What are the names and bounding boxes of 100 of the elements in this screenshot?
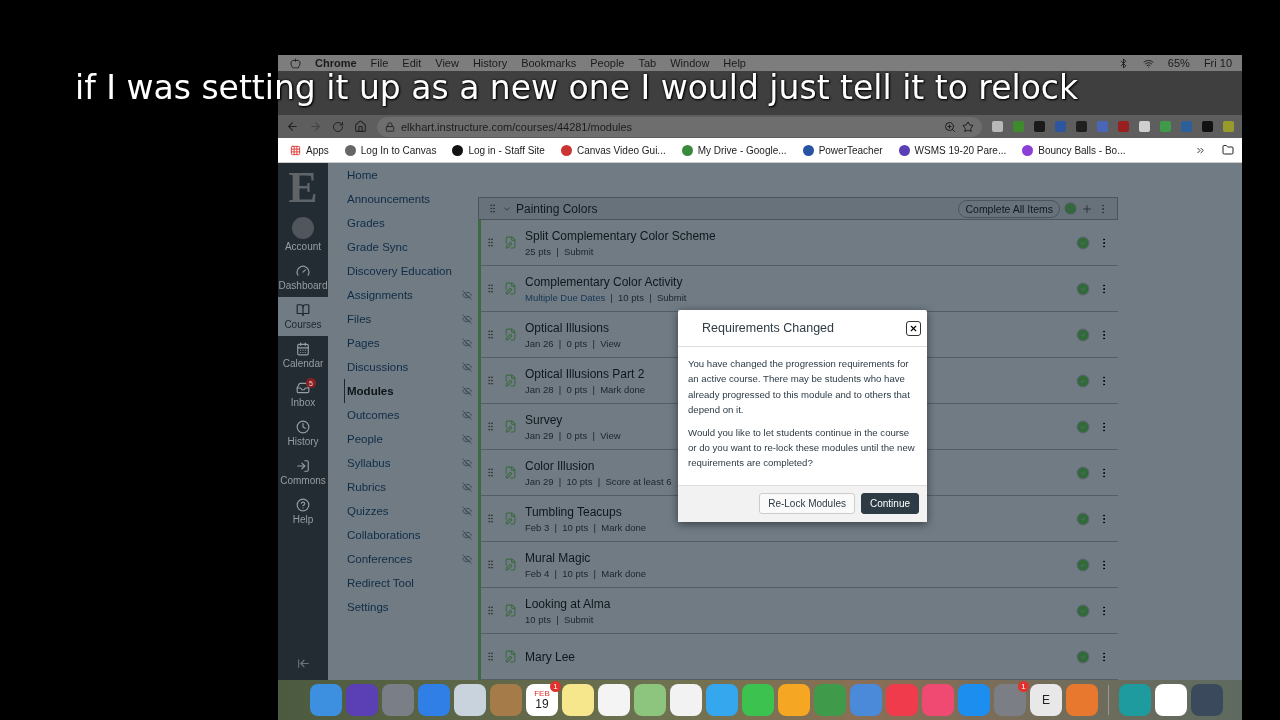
school-logo[interactable]: E	[278, 163, 328, 211]
menu-item[interactable]: Edit	[402, 57, 422, 69]
course-nav-link[interactable]: Grades	[344, 211, 476, 235]
assignment-icon	[504, 374, 517, 387]
course-nav-link[interactable]: Pages	[344, 331, 476, 355]
bookmark-link[interactable]: My Drive - Google...	[681, 144, 787, 156]
apple-logo-icon[interactable]	[290, 57, 301, 69]
menu-item[interactable]: Help	[723, 57, 746, 69]
drag-handle-icon[interactable]	[485, 421, 496, 432]
global-nav-item[interactable]: Help	[278, 492, 328, 531]
item-title-link[interactable]: Mary Lee	[525, 649, 1068, 664]
bookmark-link[interactable]: WSMS 19-20 Pare...	[898, 144, 1007, 156]
course-nav-link[interactable]: Syllabus	[344, 451, 476, 475]
drag-handle-icon[interactable]	[485, 605, 496, 616]
course-nav-link[interactable]: Collaborations	[344, 523, 476, 547]
hidden-eye-icon	[462, 530, 472, 540]
course-nav-link[interactable]: Outcomes	[344, 403, 476, 427]
course-nav-link[interactable]: People	[344, 427, 476, 451]
course-nav-link[interactable]: Discussions	[344, 355, 476, 379]
course-nav-link[interactable]: Grade Sync	[344, 235, 476, 259]
drag-handle-icon[interactable]	[485, 559, 496, 570]
relock-button[interactable]: Re-Lock Modules	[759, 493, 855, 515]
menu-item[interactable]: Tab	[638, 57, 657, 69]
address-bar[interactable]: elkhart.instructure.com/courses/44281/modules	[377, 116, 982, 137]
dock-app-icon[interactable]	[454, 684, 486, 716]
drag-handle-icon[interactable]	[485, 375, 496, 386]
collapse-icon[interactable]	[296, 657, 310, 670]
zoom-icon[interactable]	[944, 120, 956, 133]
menu-item[interactable]: View	[435, 57, 459, 69]
star-icon[interactable]	[962, 120, 974, 133]
dock-app-icon[interactable]: FEB 19 1	[526, 684, 558, 716]
dock-app-icon[interactable]	[634, 684, 666, 716]
drag-handle-icon[interactable]	[485, 651, 496, 662]
drag-handle-icon[interactable]	[485, 467, 496, 478]
course-nav-link[interactable]: Rubrics	[344, 475, 476, 499]
dock-app-icon[interactable]	[598, 684, 630, 716]
global-nav-item[interactable]: Courses	[278, 297, 328, 336]
dock-app-icon[interactable]: 1	[994, 684, 1026, 716]
bookmark-link[interactable]: Apps	[290, 144, 329, 156]
course-nav-link[interactable]: Modules	[344, 379, 476, 403]
bookmark-link[interactable]: Canvas Video Gui...	[560, 144, 666, 156]
assignment-icon	[504, 512, 517, 525]
extension-icon[interactable]	[1076, 121, 1087, 132]
drag-handle-icon[interactable]	[485, 329, 496, 340]
drag-handle-icon[interactable]	[485, 283, 496, 294]
drag-handle-icon[interactable]	[485, 237, 496, 248]
extension-icon[interactable]	[1223, 121, 1234, 132]
extension-icon[interactable]	[1202, 121, 1213, 132]
menu-item[interactable]: File	[370, 57, 389, 69]
bookmark-link[interactable]: Log in - Staff Site	[452, 144, 545, 156]
course-nav-link[interactable]: Redirect Tool	[344, 571, 476, 595]
reload-icon[interactable]	[332, 120, 344, 133]
drag-handle-icon[interactable]	[485, 513, 496, 524]
course-nav-link[interactable]: Settings	[344, 595, 476, 619]
global-nav-item[interactable]: Dashboard	[278, 258, 328, 297]
extension-icon[interactable]	[1139, 121, 1150, 132]
wifi-icon[interactable]	[1142, 57, 1154, 69]
dock-app-icon[interactable]	[562, 684, 594, 716]
extension-icon[interactable]	[1013, 121, 1024, 132]
drag-handle-icon[interactable]	[487, 203, 498, 214]
folder-icon[interactable]	[1222, 144, 1234, 156]
menu-item[interactable]: Window	[670, 57, 710, 69]
dock-app-icon[interactable]	[670, 684, 702, 716]
due-dates-link[interactable]: Multiple Due Dates	[525, 291, 606, 303]
global-nav-item[interactable]: Commons	[278, 453, 328, 492]
extension-icon[interactable]	[1034, 121, 1045, 132]
course-nav-link[interactable]: Announcements	[344, 187, 476, 211]
home-icon[interactable]	[354, 120, 367, 133]
continue-button[interactable]: Continue	[860, 493, 919, 515]
add-icon[interactable]	[1081, 202, 1093, 215]
global-nav-item[interactable]: Calendar	[278, 336, 328, 375]
item-title-link[interactable]: Split Complementary Color Scheme	[525, 228, 1068, 243]
extension-icon[interactable]	[1160, 121, 1171, 132]
course-nav-link[interactable]: Quizzes	[344, 499, 476, 523]
bookmark-link[interactable]: Log In to Canvas	[344, 144, 437, 156]
course-nav-link[interactable]: Home	[344, 163, 476, 187]
extension-icon[interactable]	[992, 121, 1003, 132]
book-icon	[296, 303, 310, 317]
dock-app-icon[interactable]	[1155, 684, 1187, 716]
forward-icon[interactable]	[309, 120, 322, 133]
dock-app-icon[interactable]: E	[1030, 684, 1062, 716]
course-nav-link[interactable]: Files	[344, 307, 476, 331]
item-title-link[interactable]: Looking at Alma	[525, 596, 1068, 611]
global-nav-item[interactable]: History	[278, 414, 328, 453]
course-nav-link[interactable]: Discovery Education	[344, 259, 476, 283]
menu-item[interactable]: Chrome	[315, 57, 357, 69]
bookmark-link[interactable]: Bouncy Balls - Bo...	[1022, 144, 1126, 156]
item-title-link[interactable]: Mural Magic	[525, 550, 1068, 565]
course-nav-link[interactable]: Conferences	[344, 547, 476, 571]
close-button[interactable]	[906, 320, 921, 336]
menu-item[interactable]: People	[590, 57, 625, 69]
course-nav-link[interactable]: Assignments	[344, 283, 476, 307]
item-title-link[interactable]: Complementary Color Activity	[525, 274, 1068, 289]
menu-item[interactable]: History	[472, 57, 508, 69]
bookmark-link[interactable]: PowerTeacher	[802, 144, 883, 156]
dock-app-icon[interactable]	[778, 684, 810, 716]
assignment-icon	[504, 282, 517, 295]
menu-item[interactable]: Bookmarks	[521, 57, 577, 69]
back-icon[interactable]	[286, 120, 299, 133]
global-nav-item[interactable]: Account	[278, 211, 328, 258]
